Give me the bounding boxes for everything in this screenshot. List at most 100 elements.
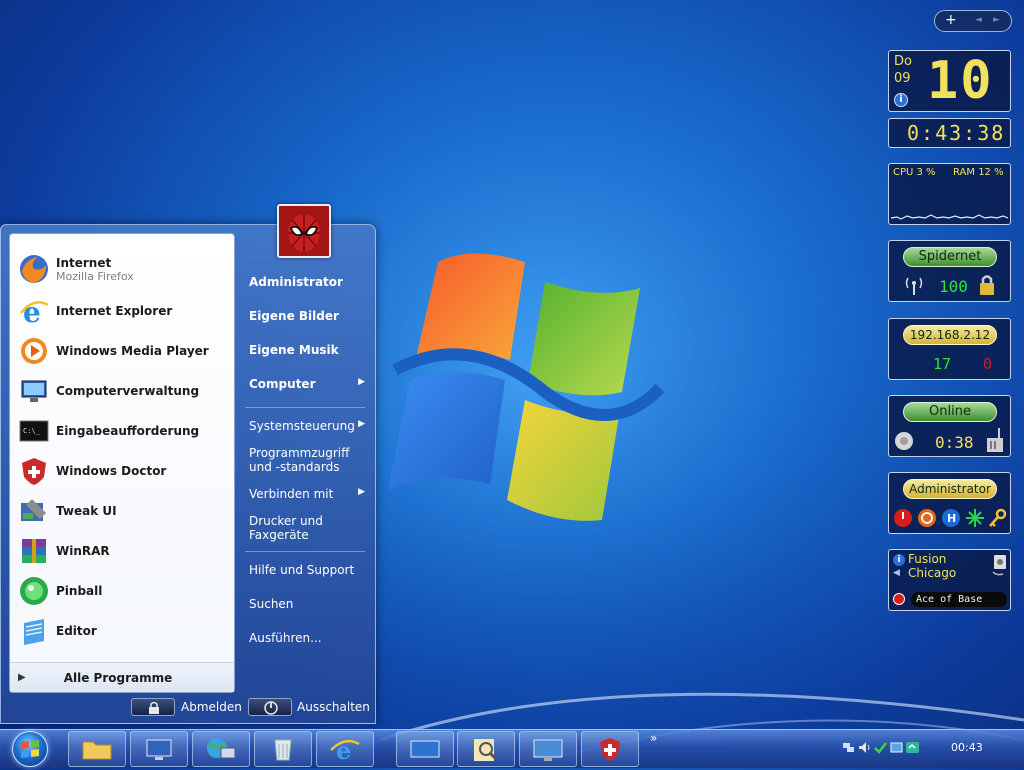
pinned-item-label: Windows Media Player: [56, 344, 209, 358]
taskbar-explorer-button[interactable]: [68, 731, 126, 767]
right-item-label: Hilfe und Support: [249, 563, 355, 577]
wifi-ssid: Spidernet: [903, 247, 997, 267]
submenu-arrow-icon: ▶: [358, 487, 365, 497]
right-item-hilfe[interactable]: Hilfe und Support: [249, 563, 371, 577]
shutdown-button[interactable]: [248, 698, 292, 716]
submenu-arrow-icon: ▶: [358, 377, 365, 387]
sync-tray-icon[interactable]: [906, 741, 919, 754]
info-icon[interactable]: i: [894, 93, 908, 107]
submenu-arrow-icon: ▶: [358, 419, 365, 429]
shutdown-label[interactable]: Ausschalten: [297, 700, 370, 714]
taskbar-windows-doctor-button[interactable]: [581, 731, 639, 767]
clock-time: 0:43:38: [907, 121, 1006, 145]
taskbar-desktop-button[interactable]: [396, 731, 454, 767]
previous-station-icon[interactable]: ◀: [893, 568, 900, 578]
media-player-icon: [18, 335, 50, 367]
taskbar-clock[interactable]: 00:43: [951, 741, 983, 754]
pinned-item-internet-explorer[interactable]: e Internet Explorer: [14, 292, 232, 330]
taskbar-display-button[interactable]: [519, 731, 577, 767]
clock-gadget: 0:43:38: [888, 118, 1011, 148]
ram-usage: RAM 12 %: [953, 167, 1004, 178]
pinned-item-sublabel: Mozilla Firefox: [56, 269, 134, 283]
previous-page-button[interactable]: ◄: [975, 15, 982, 25]
track-name: Ace of Base: [911, 592, 1007, 607]
internet-explorer-icon: e: [330, 736, 360, 765]
pinned-item-winrar[interactable]: WinRAR: [14, 532, 232, 570]
right-item-administrator[interactable]: Administrator: [249, 275, 371, 289]
right-item-systemsteuerung[interactable]: Systemsteuerung ▶: [249, 419, 371, 433]
logoff-label[interactable]: Abmelden: [181, 700, 242, 714]
divider: [245, 551, 365, 552]
speaker-icon[interactable]: [991, 554, 1009, 578]
right-item-programmzugriff[interactable]: Programmzugriff und -standards: [249, 446, 371, 474]
device-tray-icon[interactable]: [890, 741, 903, 754]
pinned-item-firefox[interactable]: Internet Mozilla Firefox: [14, 250, 232, 288]
satellite-dish-icon: [895, 432, 913, 450]
ip-address: 192.168.2.12: [903, 325, 997, 345]
network-tray-icon[interactable]: [842, 741, 855, 754]
taskbar-overflow-button[interactable]: »: [650, 731, 657, 745]
right-item-label: Systemsteuerung: [249, 419, 355, 433]
search-icon: [474, 739, 498, 761]
windows-logo-icon: [21, 740, 39, 758]
right-item-label: Drucker und: [249, 514, 323, 528]
right-item-eigene-bilder[interactable]: Eigene Bilder: [249, 309, 371, 323]
calendar-gadget[interactable]: Do 09 i 10: [888, 50, 1011, 112]
right-item-label: Computer: [249, 377, 316, 391]
wifi-gadget[interactable]: Spidernet 100: [888, 240, 1011, 302]
standby-icon: [966, 509, 984, 527]
taskbar-recycle-bin-button[interactable]: [254, 731, 312, 767]
taskbar-network-button[interactable]: [192, 731, 250, 767]
pinball-icon: [18, 575, 50, 607]
stop-icon[interactable]: [893, 593, 905, 605]
power-off-icon: [894, 509, 912, 527]
taskbar-search-button[interactable]: [457, 731, 515, 767]
folder-icon: [82, 741, 112, 760]
all-programs-button[interactable]: ▶ Alle Programme: [10, 662, 234, 692]
user-avatar[interactable]: [277, 204, 331, 258]
network-received: 0: [983, 355, 993, 373]
pinned-item-media-player[interactable]: Windows Media Player: [14, 332, 232, 370]
security-tray-icon[interactable]: [874, 741, 887, 754]
media-line2: Chicago: [908, 566, 957, 580]
svg-text:e: e: [23, 296, 41, 327]
antenna-icon: [905, 277, 923, 295]
connection-status: Online: [903, 402, 997, 422]
right-item-suchen[interactable]: Suchen: [249, 597, 371, 611]
user-gadget[interactable]: Administrator H: [888, 472, 1011, 534]
right-item-ausfuehren[interactable]: Ausführen...: [249, 631, 371, 645]
taskbar-computer-button[interactable]: [130, 731, 188, 767]
right-item-computer[interactable]: Computer ▶: [249, 377, 371, 391]
pinned-item-tweak-ui[interactable]: Tweak UI: [14, 492, 232, 530]
right-item-label: Eigene Musik: [249, 343, 339, 357]
pinned-item-editor[interactable]: Editor: [14, 612, 232, 650]
info-icon[interactable]: i: [893, 554, 905, 566]
right-item-drucker[interactable]: Drucker und Faxgeräte: [249, 514, 371, 542]
media-gadget[interactable]: i ◀ Fusion Chicago Ace of Base: [888, 549, 1011, 611]
pinned-item-pinball[interactable]: Pinball: [14, 572, 232, 610]
pinned-item-label: Eingabeaufforderung: [56, 424, 200, 438]
calendar-weekday: Do: [894, 54, 912, 69]
right-item-eigene-musik[interactable]: Eigene Musik: [249, 343, 371, 357]
right-item-label: Verbinden mit: [249, 487, 334, 501]
add-gadget-button[interactable]: +: [945, 12, 957, 28]
pinned-item-computerverwaltung[interactable]: Computerverwaltung: [14, 372, 232, 410]
pinned-item-label: Tweak UI: [56, 504, 117, 518]
internet-explorer-icon: e: [18, 295, 50, 329]
volume-icon[interactable]: [858, 741, 871, 754]
windows-doctor-icon: [600, 738, 620, 761]
cpu-meter-gadget: CPU 3 % RAM 12 %: [888, 163, 1011, 225]
logoff-button[interactable]: [131, 698, 175, 716]
taskbar-internet-explorer-button[interactable]: e: [316, 731, 374, 767]
pinned-item-windows-doctor[interactable]: Windows Doctor: [14, 452, 232, 490]
next-page-button[interactable]: ►: [993, 15, 1000, 25]
pinned-item-label: Windows Doctor: [56, 464, 167, 478]
wifi-signal: 100: [939, 277, 968, 296]
pinned-item-command-prompt[interactable]: C:\_ Eingabeaufforderung: [14, 412, 232, 450]
start-button[interactable]: [12, 731, 48, 767]
connection-gadget[interactable]: Online 0:38: [888, 395, 1011, 457]
user-actions: H: [894, 508, 1007, 527]
right-item-label: Faxgeräte: [249, 528, 309, 542]
right-item-verbinden-mit[interactable]: Verbinden mit ▶: [249, 487, 371, 501]
network-sent: 17: [933, 355, 952, 373]
